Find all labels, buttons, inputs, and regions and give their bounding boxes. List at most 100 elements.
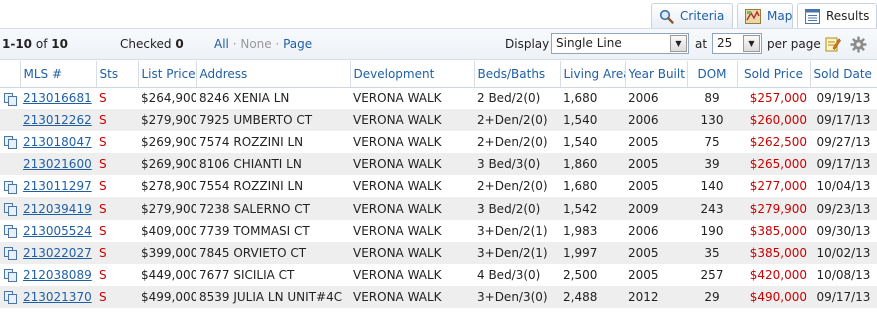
- address-cell: 7677 SICILIA CT: [196, 263, 350, 286]
- mls-link[interactable]: 213016681: [23, 91, 92, 105]
- sold-date-cell: 09/27/13: [810, 131, 877, 154]
- development-cell: VERONA WALK: [350, 109, 474, 132]
- mls-cell: 213011297: [20, 175, 96, 198]
- table-row[interactable]: 212039419 S $279,900 7238 SALERNO CT VERONA …: [0, 197, 877, 220]
- copy-listing-icon[interactable]: [3, 92, 19, 106]
- column-header-sold-price[interactable]: Sold Price: [737, 61, 811, 88]
- table-row[interactable]: 213011297 S $278,900 7554 ROZZINI LN VERONA …: [0, 175, 877, 198]
- list-price-cell: $499,000: [138, 285, 196, 308]
- table-row[interactable]: 213021600 S $269,900 8106 CHIANTI LN VERONA …: [0, 153, 877, 176]
- copy-listing-icon[interactable]: [3, 202, 19, 216]
- mls-link[interactable]: 213021600: [23, 157, 92, 171]
- gear-icon[interactable]: [849, 35, 867, 53]
- living-area-cell: 1,860: [560, 153, 625, 176]
- edit-note-icon[interactable]: [824, 35, 842, 53]
- mls-link[interactable]: 213012262: [23, 113, 92, 127]
- beds-baths-cell: 3 Bed/3(0): [474, 153, 560, 176]
- row-icon-cell: [0, 87, 20, 110]
- sold-price-cell: $260,000: [737, 109, 810, 132]
- dom-cell: 130: [687, 109, 737, 132]
- living-area-cell: 1,680: [560, 87, 625, 110]
- copy-listing-icon[interactable]: [3, 246, 19, 260]
- copy-listing-icon[interactable]: [3, 180, 19, 194]
- status-cell: S: [96, 285, 138, 308]
- table-row[interactable]: 213012262 S $279,900 7925 UMBERTO CT VERONA …: [0, 109, 877, 132]
- column-header-development[interactable]: Development: [350, 61, 475, 88]
- development-cell: VERONA WALK: [350, 131, 474, 154]
- table-row[interactable]: 212038089 S $449,000 7677 SICILIA CT VERONA …: [0, 263, 877, 286]
- column-header-sold-date[interactable]: Sold Date: [810, 61, 877, 88]
- mls-cell: 213005524: [20, 219, 96, 242]
- list-price-cell: $449,000: [138, 263, 196, 286]
- address-cell: 7845 ORVIETO CT: [196, 241, 350, 264]
- mls-cell: 213016681: [20, 87, 96, 110]
- column-header-address[interactable]: Address: [196, 61, 351, 88]
- living-area-cell: 1,680: [560, 175, 625, 198]
- sold-date-cell: 09/19/13: [810, 87, 877, 110]
- tab-results[interactable]: Results: [797, 3, 877, 28]
- status-cell: S: [96, 87, 138, 110]
- select-all-link[interactable]: All: [214, 37, 229, 51]
- year-built-cell: 2006: [625, 87, 687, 110]
- development-cell: VERONA WALK: [350, 219, 474, 242]
- address-cell: 7238 SALERNO CT: [196, 197, 350, 220]
- row-icon-cell: [0, 175, 20, 198]
- dom-cell: 257: [687, 263, 737, 286]
- column-header-living-area[interactable]: Living Area: [560, 61, 626, 88]
- copy-listing-icon[interactable]: [3, 224, 19, 238]
- select-none-link[interactable]: None: [240, 37, 271, 51]
- at-label: at: [695, 37, 708, 51]
- column-header-year-built[interactable]: Year Built: [625, 61, 688, 88]
- mls-link[interactable]: 213022027: [23, 246, 92, 260]
- table-row[interactable]: 213016681 S $264,900 8246 XENIA LN VERONA WA…: [0, 87, 877, 110]
- living-area-cell: 1,542: [560, 197, 625, 220]
- year-built-cell: 2005: [625, 131, 687, 154]
- column-header-dom[interactable]: DOM: [687, 61, 738, 88]
- chevron-down-icon[interactable]: ▼: [743, 35, 760, 52]
- status-cell: S: [96, 263, 138, 286]
- copy-listing-icon[interactable]: [3, 290, 19, 305]
- per-page-select[interactable]: 25 ▼: [712, 33, 762, 54]
- table-row[interactable]: 213022027 S $399,000 7845 ORVIETO CT VERONA …: [0, 241, 877, 264]
- tab-map[interactable]: Map: [737, 3, 793, 28]
- development-cell: VERONA WALK: [350, 153, 474, 176]
- mls-link[interactable]: 212038089: [23, 268, 92, 282]
- year-built-cell: 2009: [625, 197, 687, 220]
- list-price-cell: $399,000: [138, 241, 196, 264]
- display-label: Display: [505, 37, 550, 51]
- sold-date-cell: 09/30/13: [810, 219, 877, 242]
- mls-link[interactable]: 213005524: [23, 224, 92, 238]
- development-cell: VERONA WALK: [350, 175, 474, 198]
- tab-label: Results: [826, 9, 870, 23]
- copy-listing-icon[interactable]: [3, 135, 19, 150]
- mls-link[interactable]: 213011297: [23, 179, 92, 193]
- sold-date-cell: 09/23/13: [810, 197, 877, 220]
- living-area-cell: 1,997: [560, 241, 625, 264]
- mls-link[interactable]: 213018047: [23, 135, 92, 149]
- sold-date-cell: 09/17/13: [810, 285, 877, 308]
- table-row[interactable]: 213018047 S $269,900 7574 ROZZINI LN VERONA …: [0, 131, 877, 154]
- select-page-link[interactable]: Page: [283, 37, 312, 51]
- sold-price-cell: $420,000: [737, 263, 810, 286]
- status-cell: S: [96, 219, 138, 242]
- sold-date-cell: 10/02/13: [810, 241, 877, 264]
- tab-criteria[interactable]: Criteria: [651, 3, 733, 28]
- list-price-cell: $409,000: [138, 219, 196, 242]
- map-icon: [745, 8, 761, 25]
- copy-listing-icon[interactable]: [3, 268, 19, 283]
- chevron-down-icon[interactable]: ▼: [670, 35, 687, 52]
- address-cell: 8106 CHIANTI LN: [196, 153, 350, 176]
- mls-cell: 213018047: [20, 131, 96, 154]
- column-header-list-price[interactable]: List Price: [138, 61, 197, 88]
- sold-date-cell: 10/08/13: [810, 263, 877, 286]
- column-header-beds-baths[interactable]: Beds/Baths: [474, 61, 561, 88]
- table-row[interactable]: 213005524 S $409,000 7739 TOMMASI CT VERONA …: [0, 219, 877, 242]
- list-price-cell: $269,900: [138, 131, 196, 154]
- row-icon-cell: [0, 131, 20, 154]
- table-row[interactable]: 213021370 S $499,000 8539 JULIA LN UNIT#4C V…: [0, 285, 877, 308]
- mls-link[interactable]: 213021370: [23, 290, 92, 304]
- column-header-status[interactable]: Sts: [96, 61, 139, 88]
- mls-link[interactable]: 212039419: [23, 202, 92, 216]
- display-select[interactable]: Single Line ▼: [551, 33, 689, 54]
- column-header-mls[interactable]: MLS #: [20, 61, 97, 88]
